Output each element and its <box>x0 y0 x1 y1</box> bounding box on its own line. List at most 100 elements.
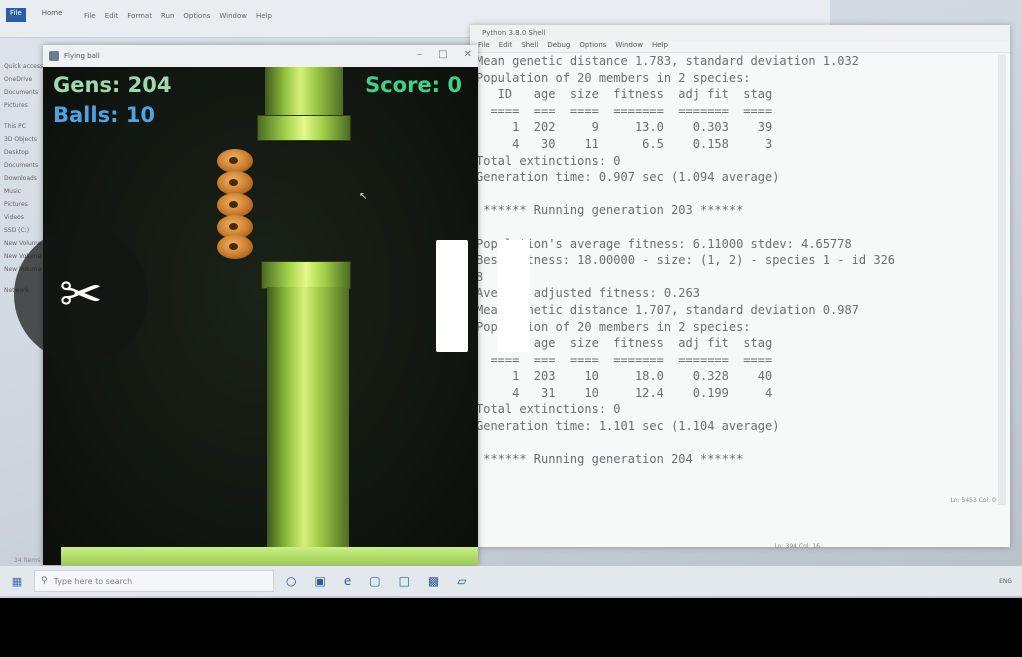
menu-run[interactable]: Run <box>161 12 174 20</box>
shell-menu-window[interactable]: Window <box>615 41 643 52</box>
menu-file[interactable]: File <box>84 12 96 20</box>
shell-output-line <box>476 219 996 236</box>
sidebar-item-ssd[interactable]: SSD (C:) <box>4 224 48 237</box>
sidebar-item-3d-objects[interactable]: 3D Objects <box>4 133 48 146</box>
flying-balls <box>213 149 257 261</box>
shell-output-line: Total extinctions: 0 <box>476 153 621 168</box>
game-title: Flying ball <box>64 52 100 60</box>
sidebar-item-desktop[interactable]: Desktop <box>4 146 48 159</box>
ball <box>217 149 253 173</box>
ground <box>61 547 478 565</box>
scissors-icon: ✂ <box>59 265 103 325</box>
sidebar-item-videos[interactable]: Videos <box>4 211 48 224</box>
shell-menu-options[interactable]: Options <box>579 41 606 52</box>
maximize-icon[interactable]: □ <box>438 49 447 60</box>
menu-format[interactable]: Format <box>127 12 152 20</box>
ribbon-tab-file[interactable]: File <box>6 8 26 22</box>
shell-output[interactable]: Mean genetic distance 1.783, standard de… <box>476 53 996 523</box>
shell-title: Python 3.8.0 Shell <box>470 25 1010 41</box>
shell-output-line: 1 202 9 13.0 0.303 39 <box>476 120 773 135</box>
trim-button[interactable]: ✂ <box>14 228 148 362</box>
shell-output-line: 8 <box>476 269 484 284</box>
shell-output-line: ==== === ==== ======= ======= ==== <box>476 103 773 118</box>
shell-menu-edit[interactable]: Edit <box>499 41 513 52</box>
shell-output-line: 4 30 11 6.5 0.158 3 <box>476 136 773 151</box>
start-button[interactable]: ▦ <box>0 566 34 596</box>
bottom-pipe <box>267 287 349 547</box>
shell-output-line: ****** Running generation 204 ****** <box>476 452 744 467</box>
ball <box>217 171 253 195</box>
shell-menu-help[interactable]: Help <box>652 41 668 52</box>
store-icon[interactable]: ▢ <box>369 574 380 588</box>
close-icon[interactable]: ✕ <box>464 49 472 60</box>
shell-output-line <box>476 435 996 452</box>
shell-output-line <box>476 186 996 203</box>
edge-icon[interactable]: e <box>344 574 351 588</box>
shell-output-line: 1 203 10 18.0 0.328 40 <box>476 369 773 384</box>
sidebar-item-downloads[interactable]: Downloads <box>4 172 48 185</box>
shell-output-line: Mean genetic distance 1.707, standard de… <box>476 302 859 317</box>
taskbar-search[interactable]: ⚲ Type here to search <box>34 570 274 592</box>
python-shell-window: Python 3.8.0 Shell File Edit Shell Debug… <box>470 25 1010 550</box>
background-window-edge <box>998 40 1022 560</box>
shell-output-line: Total extinctions: 0 <box>476 402 621 417</box>
sidebar-item-documents[interactable]: Documents <box>4 86 48 99</box>
monitor-photo: File Home File Edit Format Run Options W… <box>0 0 1022 598</box>
windows-icon: ▦ <box>11 574 23 588</box>
menu-help[interactable]: Help <box>256 12 272 20</box>
system-tray[interactable]: ENG <box>999 578 1012 585</box>
menu-edit[interactable]: Edit <box>105 12 119 20</box>
python-icon[interactable]: ▱ <box>457 574 466 588</box>
sidebar-item-this-pc[interactable]: This PC <box>4 120 48 133</box>
shell-output-line: Average adjusted fitness: 0.263 <box>476 286 700 301</box>
shell-output-line: Generation time: 0.907 sec (1.094 averag… <box>476 170 780 185</box>
sidebar-item-pictures[interactable]: Pictures <box>4 99 48 112</box>
sidebar-item-music[interactable]: Music <box>4 185 48 198</box>
sidebar-item-documents-pc[interactable]: Documents <box>4 159 48 172</box>
bottom-pipe-cap <box>261 261 351 289</box>
pause-icon-bar <box>498 240 530 352</box>
shell-menu-bar: File Edit Shell Debug Options Window Hel… <box>470 41 1010 53</box>
shell-output-line: Population's average fitness: 6.11000 st… <box>476 236 852 251</box>
search-placeholder: Type here to search <box>53 576 133 586</box>
editor-status: Ln: 394 Col: 16 <box>774 543 820 550</box>
pause-button[interactable] <box>430 236 534 356</box>
ball <box>217 193 253 217</box>
menu-window[interactable]: Window <box>219 12 247 20</box>
sidebar-item-onedrive[interactable]: OneDrive <box>4 73 48 86</box>
ribbon-tab-home[interactable]: Home <box>38 8 67 22</box>
taskbar: ▦ ⚲ Type here to search ○ ▣ e ▢ □ ▩ ▱ EN… <box>0 566 1022 596</box>
shell-output-line: Population of 20 members in 2 species: <box>476 319 751 334</box>
file-explorer-icon[interactable]: □ <box>399 574 410 588</box>
pause-icon <box>436 240 468 352</box>
shell-menu-debug[interactable]: Debug <box>547 41 570 52</box>
sidebar-item-quick-access[interactable]: Quick access <box>4 60 48 73</box>
minimize-icon[interactable]: – <box>417 49 422 60</box>
score-counter: Score: 0 <box>365 73 462 97</box>
window-controls: – □ ✕ <box>417 49 472 60</box>
app-icon <box>49 51 59 61</box>
shell-menu-shell[interactable]: Shell <box>521 41 538 52</box>
task-view-icon[interactable]: ▣ <box>314 574 325 588</box>
explorer-item-count: 34 items <box>14 557 41 564</box>
search-icon: ⚲ <box>41 576 48 586</box>
idle-icon[interactable]: ▩ <box>428 574 439 588</box>
menu-options[interactable]: Options <box>183 12 210 20</box>
shell-output-line: ==== === ==== ======= ======= ==== <box>476 352 773 367</box>
shell-output-line: 4 31 10 12.4 0.199 4 <box>476 385 773 400</box>
cortana-icon[interactable]: ○ <box>286 574 296 588</box>
shell-output-line: Generation time: 1.101 sec (1.104 averag… <box>476 419 780 434</box>
top-pipe-cap <box>257 115 351 141</box>
balls-counter: Balls: 10 <box>53 103 156 127</box>
shell-menu-file[interactable]: File <box>478 41 490 52</box>
shell-output-line: ID age size fitness adj fit stag <box>476 87 773 102</box>
shell-output-line: ID age size fitness adj fit stag <box>476 336 773 351</box>
generations-counter: Gens: 204 <box>53 73 172 97</box>
idle-editor-menu: File Edit Format Run Options Window Help <box>84 12 272 20</box>
mouse-cursor-icon: ↖ <box>359 191 368 202</box>
taskbar-icons: ○ ▣ e ▢ □ ▩ ▱ <box>286 574 466 588</box>
game-titlebar: Flying ball – □ ✕ <box>43 45 478 67</box>
sidebar-item-pictures-pc[interactable]: Pictures <box>4 198 48 211</box>
shell-output-line: Population of 20 members in 2 species: <box>476 70 751 85</box>
shell-output-line: Best fitness: 18.00000 - size: (1, 2) - … <box>476 253 896 268</box>
